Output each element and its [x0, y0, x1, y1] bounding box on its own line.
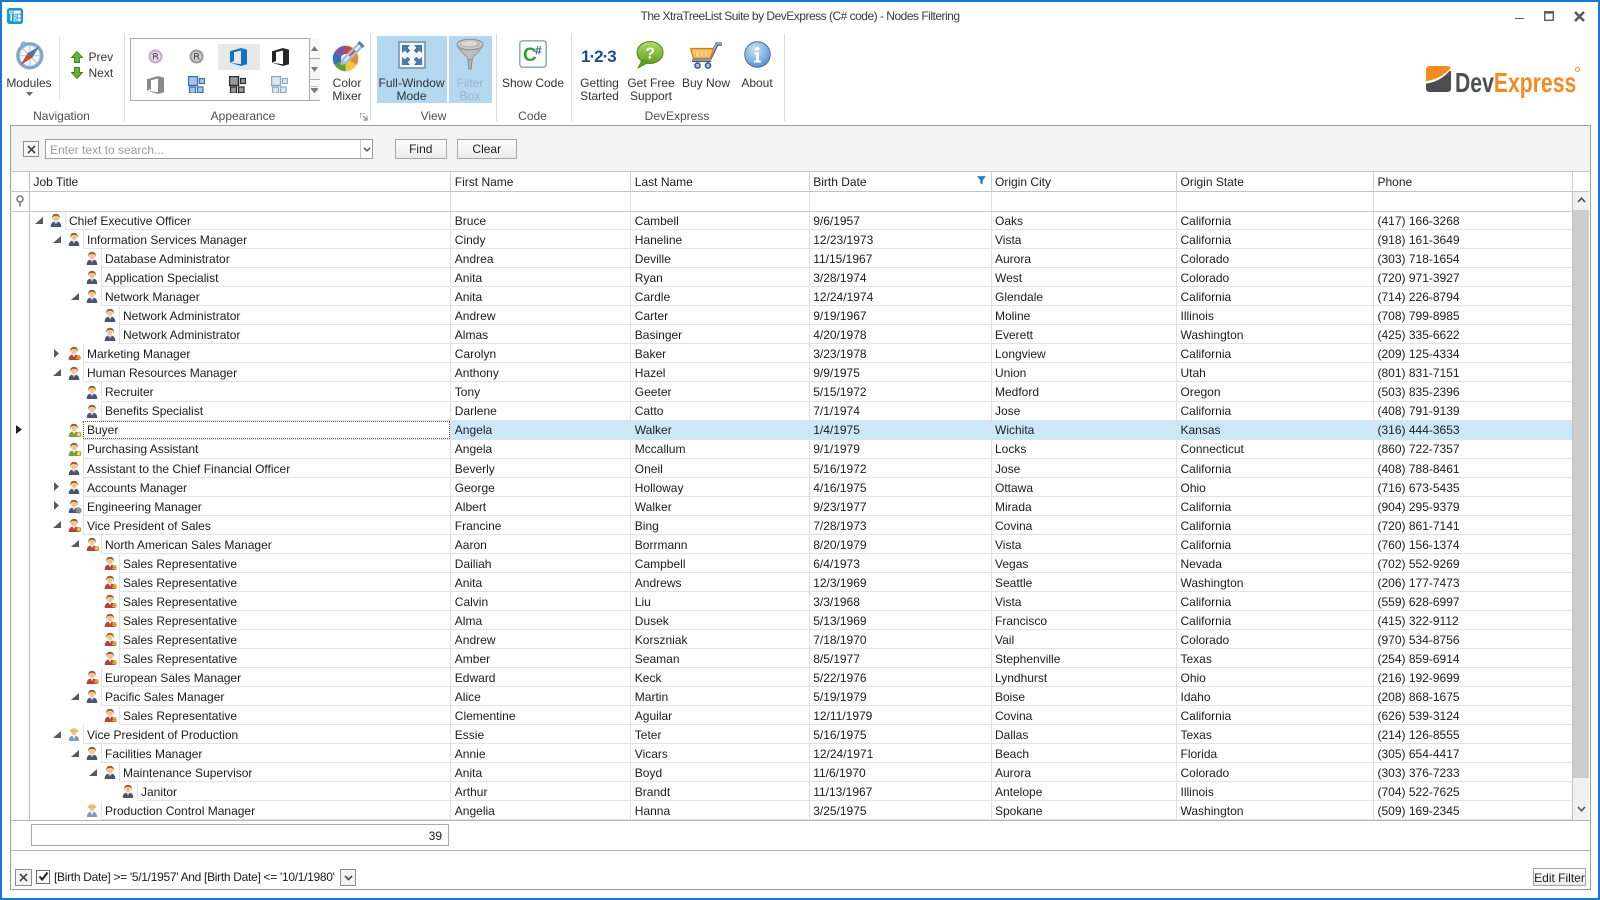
svg-text:1·2·3: 1·2·3	[581, 47, 616, 66]
svg-text:?: ?	[645, 46, 655, 63]
svg-text:#: #	[535, 44, 542, 58]
